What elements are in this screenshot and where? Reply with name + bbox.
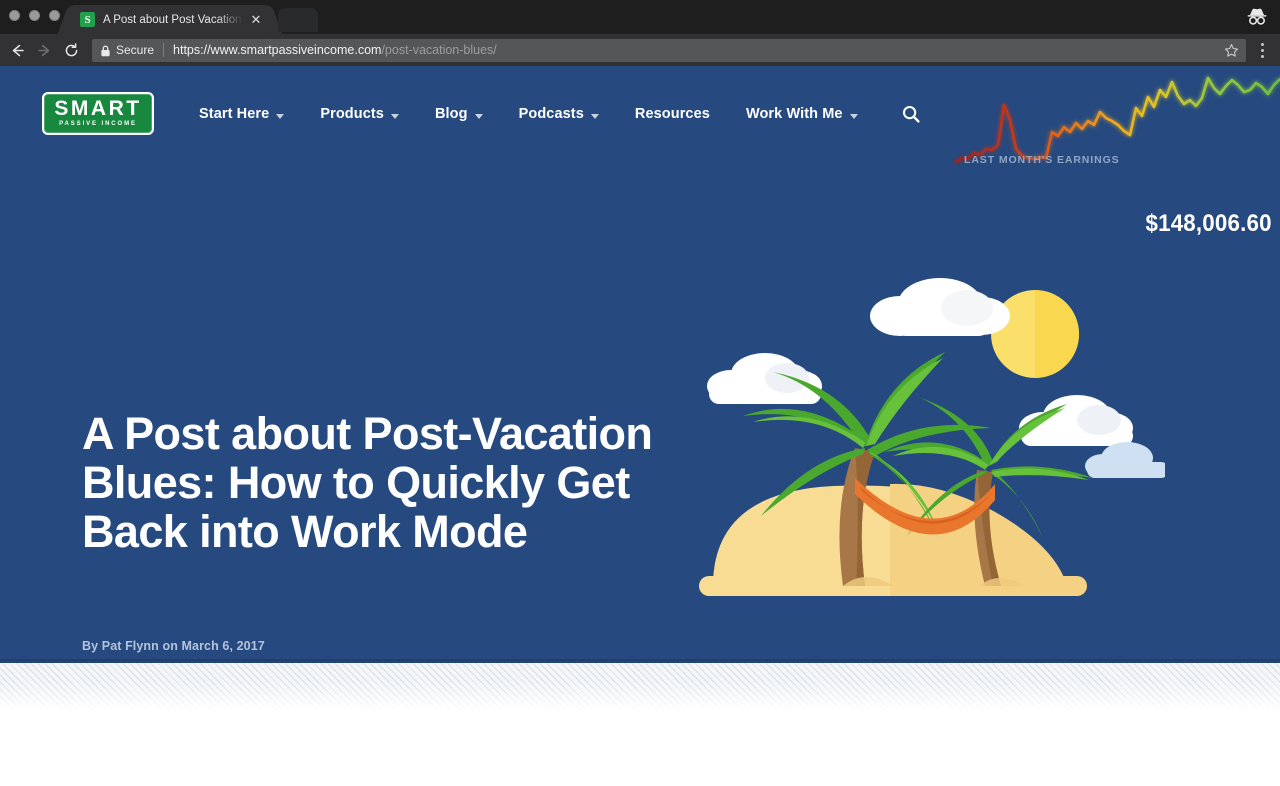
nav-item-work-with-me[interactable]: Work With Me <box>746 106 858 122</box>
post-byline: By Pat Flynn on March 6, 2017 <box>82 639 265 653</box>
search-icon[interactable] <box>900 103 922 125</box>
logo-sub-text: PASSIVE INCOME <box>59 120 137 127</box>
site-logo[interactable]: SMART PASSIVE INCOME <box>42 92 154 135</box>
kebab-dot <box>1260 48 1264 52</box>
chevron-down-icon <box>590 114 599 119</box>
cloud-top <box>870 278 1010 336</box>
chevron-down-icon <box>390 114 399 119</box>
nav-label: Products <box>320 105 384 122</box>
chevron-down-icon <box>474 114 483 119</box>
hero-section: SMART PASSIVE INCOME Start Here Products… <box>0 66 1280 663</box>
omnibox-divider <box>163 43 165 57</box>
striped-divider-band <box>0 663 1280 711</box>
browser-tab-active[interactable]: S A Post about Post Vacation Blu ✕ <box>70 5 270 34</box>
page-content: SMART PASSIVE INCOME Start Here Products… <box>0 66 1280 786</box>
nav-item-resources[interactable]: Resources <box>635 106 710 122</box>
url-domain: https://www.smartpassiveincome.com <box>173 43 382 57</box>
tab-close-icon[interactable]: ✕ <box>248 12 264 28</box>
window-controls[interactable] <box>9 10 60 21</box>
nav-label: Start Here <box>199 105 270 122</box>
close-window-button[interactable] <box>9 10 20 21</box>
nav-label: Podcasts <box>518 105 584 122</box>
kebab-dot <box>1260 54 1264 58</box>
logo-main-text: SMART <box>54 96 142 120</box>
browser-window: S A Post about Post Vacation Blu ✕ Secur… <box>0 0 1280 786</box>
nav-item-start-here[interactable]: Start Here <box>199 105 285 122</box>
main-navigation: Start Here Products Blog Podcasts Resour… <box>199 103 922 125</box>
reload-button[interactable] <box>58 37 85 64</box>
minimize-window-button[interactable] <box>29 10 40 21</box>
browser-tabstrip: S A Post about Post Vacation Blu ✕ <box>0 0 1280 34</box>
cloud-left <box>707 353 822 404</box>
forward-button[interactable] <box>31 37 58 64</box>
lock-icon <box>100 44 111 57</box>
earnings-amount: $148,006.60 <box>1145 210 1272 237</box>
incognito-icon <box>1244 4 1270 30</box>
sand-island <box>699 483 1087 596</box>
security-status-label: Secure <box>116 43 155 57</box>
beach-island-illustration <box>695 256 1169 606</box>
content-area <box>0 711 1280 786</box>
back-button[interactable] <box>4 37 31 64</box>
nav-item-podcasts[interactable]: Podcasts <box>519 106 599 122</box>
browser-toolbar: Secure https://www.smartpassiveincome.co… <box>0 34 1280 66</box>
nav-item-blog[interactable]: Blog <box>435 106 483 122</box>
star-icon[interactable] <box>1222 41 1240 59</box>
tab-favicon-icon: S <box>80 12 95 27</box>
address-bar[interactable]: Secure https://www.smartpassiveincome.co… <box>92 38 1246 62</box>
url-path: /post-vacation-blues/ <box>381 43 497 57</box>
new-tab-button[interactable] <box>278 8 318 32</box>
nav-label: Resources <box>634 105 710 122</box>
chevron-down-icon <box>276 114 285 119</box>
sun-icon <box>991 290 1079 378</box>
nav-label: Work With Me <box>745 105 843 122</box>
kebab-dot <box>1260 42 1264 46</box>
site-header: SMART PASSIVE INCOME Start Here Products… <box>0 66 1280 161</box>
browser-menu-button[interactable] <box>1252 39 1272 61</box>
nav-item-products[interactable]: Products <box>320 106 399 122</box>
page-title: A Post about Post-Vacation Blues: How to… <box>82 408 653 558</box>
tab-title: A Post about Post Vacation Blu <box>103 13 248 26</box>
nav-label: Blog <box>434 105 468 122</box>
maximize-window-button[interactable] <box>49 10 60 21</box>
url-text: https://www.smartpassiveincome.com/post-… <box>173 43 1222 57</box>
chevron-down-icon <box>849 114 858 119</box>
